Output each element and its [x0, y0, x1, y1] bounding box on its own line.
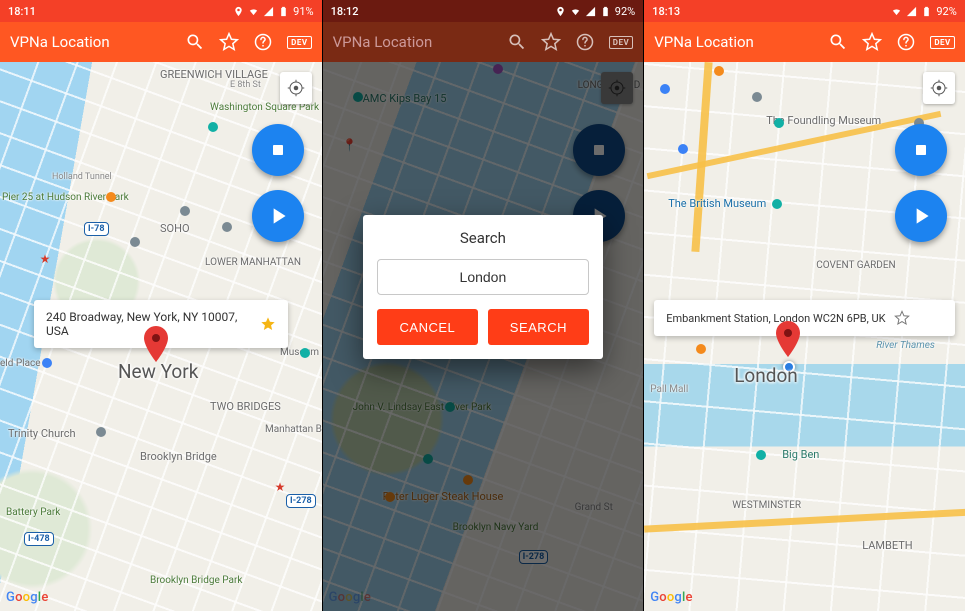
app-title: VPNa Location: [333, 33, 507, 51]
map-pin-icon: [775, 321, 801, 357]
map-label: COVENT GARDEN: [816, 260, 895, 271]
road-shield: I-278: [286, 494, 316, 508]
help-icon[interactable]: [253, 32, 273, 52]
map-label: LOWER MANHATTAN: [205, 257, 301, 268]
poi-icon: [180, 206, 190, 216]
status-time: 18:13: [652, 5, 680, 18]
battery-icon: [921, 6, 932, 17]
location-icon: [233, 6, 244, 17]
poi-icon: [106, 192, 116, 202]
poi-icon: ★: [40, 254, 50, 264]
poi-icon: [222, 222, 232, 232]
app-bar: VPNa Location DEV: [0, 22, 322, 62]
wifi-icon: [248, 6, 259, 17]
poi-icon: [96, 427, 106, 437]
poi-icon: [130, 237, 140, 247]
help-icon[interactable]: [896, 32, 916, 52]
battery-percent: 92%: [936, 5, 956, 18]
poi-icon: [42, 358, 52, 368]
battery-icon: [600, 6, 611, 17]
map-label: eld Place: [0, 358, 41, 369]
address-card[interactable]: Embankment Station, London WC2N 6PB, UK: [654, 300, 955, 336]
map-label: Pall Mall: [650, 384, 688, 395]
google-logo: Google: [6, 590, 48, 605]
stop-button[interactable]: [252, 124, 304, 176]
app-title: VPNa Location: [654, 33, 828, 51]
cancel-button[interactable]: CANCEL: [377, 309, 478, 345]
map-pin-icon: [143, 326, 169, 362]
locate-button[interactable]: [280, 72, 312, 104]
road-shield: I-478: [24, 532, 54, 546]
star-icon[interactable]: [219, 32, 239, 52]
map-label: SOHO: [160, 222, 190, 235]
map-label: Brooklyn Bridge Park: [150, 575, 242, 586]
search-icon[interactable]: [828, 32, 848, 52]
map-label: Manhattan Br: [265, 424, 322, 435]
search-icon[interactable]: [185, 32, 205, 52]
status-icons: 91%: [233, 5, 313, 18]
map-label: Big Ben: [782, 448, 819, 461]
star-icon[interactable]: [862, 32, 882, 52]
favorite-star-icon[interactable]: [894, 310, 910, 326]
help-icon[interactable]: [575, 32, 595, 52]
map-label: The British Museum: [668, 197, 766, 210]
map-label: River Thames: [876, 340, 935, 351]
battery-percent: 92%: [615, 5, 635, 18]
map-label: Holland Tunnel: [52, 172, 112, 182]
star-icon[interactable]: [541, 32, 561, 52]
dev-badge: DEV: [287, 36, 311, 49]
status-bar: 18:12 92%: [323, 0, 644, 22]
signal-icon: [585, 6, 596, 17]
status-bar: 18:13 92%: [644, 0, 965, 22]
signal-icon: [906, 6, 917, 17]
app-bar: VPNa Location DEV: [644, 22, 965, 62]
road-shield: I-78: [84, 222, 109, 236]
poi-icon: [300, 348, 310, 358]
city-label: New York: [118, 360, 198, 383]
search-button[interactable]: SEARCH: [488, 309, 589, 345]
map-label: Trinity Church: [8, 427, 76, 440]
wifi-icon: [891, 6, 902, 17]
signal-icon: [263, 6, 274, 17]
search-input[interactable]: [377, 259, 589, 295]
map-label: Battery Park: [6, 507, 60, 518]
map-label: TWO BRIDGES: [210, 400, 281, 413]
dev-badge: DEV: [609, 36, 633, 49]
map[interactable]: The Foundling Museum The British Museum …: [644, 62, 965, 611]
dev-badge: DEV: [930, 36, 954, 49]
wifi-icon: [570, 6, 581, 17]
favorite-star-icon[interactable]: [260, 316, 276, 332]
battery-icon: [278, 6, 289, 17]
poi-icon: ★: [275, 482, 285, 492]
search-dialog: Search CANCEL SEARCH: [363, 215, 603, 359]
play-button[interactable]: [895, 190, 947, 242]
status-time: 18:12: [331, 5, 359, 18]
stop-button[interactable]: [895, 124, 947, 176]
location-icon: [555, 6, 566, 17]
map-label: LAMBETH: [862, 539, 912, 552]
status-icons: 92%: [891, 5, 956, 18]
google-logo: Google: [650, 590, 692, 605]
app-bar: VPNa Location DEV: [323, 22, 644, 62]
battery-percent: 91%: [293, 5, 313, 18]
map-label: Brooklyn Bridge: [140, 450, 217, 463]
map[interactable]: GREENWICH VILLAGE E 8th St Washington Sq…: [0, 62, 322, 611]
poi-icon: [208, 122, 218, 132]
play-button[interactable]: [252, 190, 304, 242]
status-time: 18:11: [8, 5, 36, 18]
map-label: E 8th St: [230, 80, 261, 90]
status-bar: 18:11 91%: [0, 0, 322, 22]
status-icons: 92%: [555, 5, 635, 18]
locate-button[interactable]: [923, 72, 955, 104]
dialog-title: Search: [377, 229, 589, 247]
city-label: London: [734, 364, 798, 387]
search-icon[interactable]: [507, 32, 527, 52]
app-title: VPNa Location: [10, 33, 185, 51]
map-label: WESTMINSTER: [732, 500, 801, 511]
